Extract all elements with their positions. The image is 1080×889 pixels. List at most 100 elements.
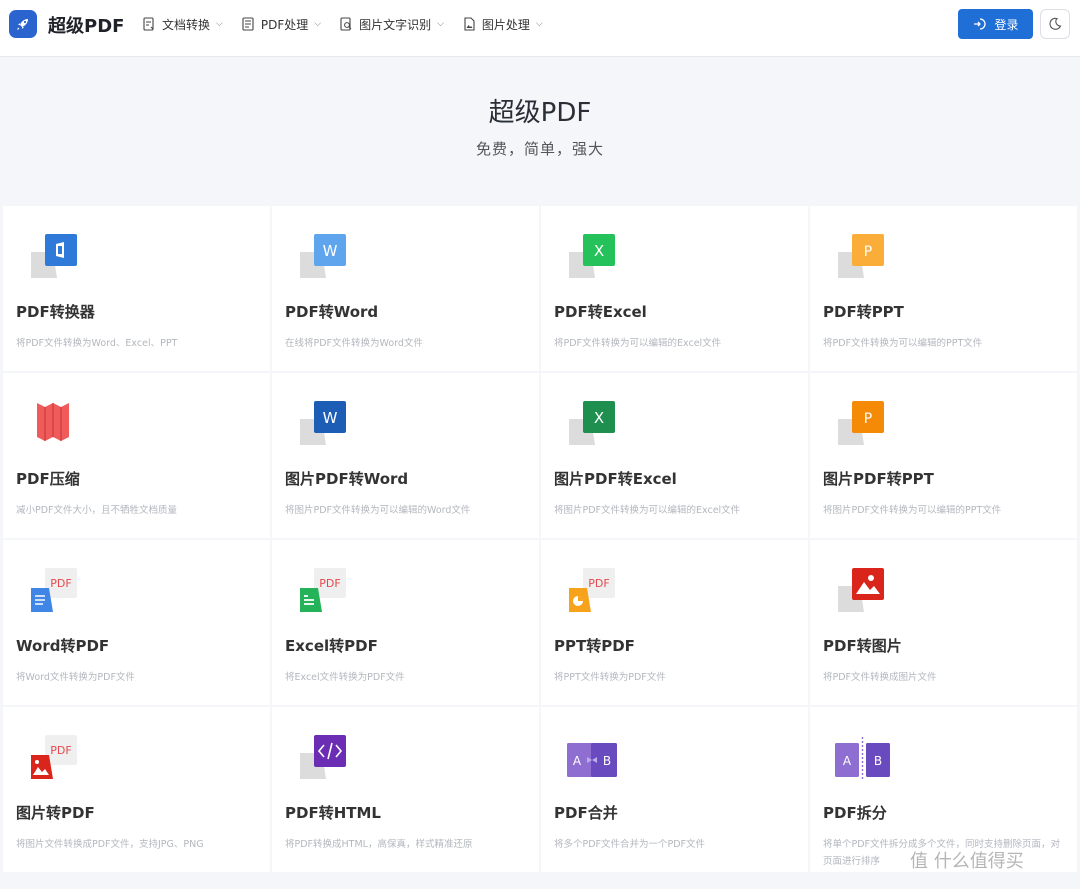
- svg-text:PDF: PDF: [50, 577, 71, 590]
- excel-icon: X: [569, 401, 615, 445]
- tool-description: 将多个PDF文件合并为一个PDF文件: [554, 839, 706, 850]
- svg-text:PDF: PDF: [319, 577, 340, 590]
- compress-icon: [37, 403, 69, 441]
- svg-text:B: B: [603, 754, 611, 768]
- nav-label: 文档转换: [162, 17, 211, 32]
- tool-card-pdf-to-word[interactable]: W PDF转Word 在线将PDF文件转换为Word文件: [272, 206, 539, 371]
- tool-card-image-pdf-to-word[interactable]: W 图片PDF转Word 将图片PDF文件转换为可以编辑的Word文件: [272, 373, 539, 538]
- tool-card-excel-to-pdf[interactable]: PDF Excel转PDF 将Excel文件转换为PDF文件: [272, 540, 539, 705]
- tool-description: 减小PDF文件大小，且不牺牲文档质量: [16, 505, 178, 516]
- tool-card-word-to-pdf[interactable]: PDF Word转PDF 将Word文件转换为PDF文件: [3, 540, 270, 705]
- svg-text:P: P: [864, 411, 872, 427]
- svg-text:A: A: [573, 754, 582, 768]
- word-to-pdf-icon: PDF: [31, 568, 77, 612]
- tool-description: 将PDF文件转换为可以编辑的PPT文件: [823, 338, 983, 349]
- nav-pdf-process[interactable]: PDF处理 ⌵: [241, 16, 321, 33]
- tool-title: Excel转PDF: [285, 637, 378, 655]
- nav-label: 图片文字识别: [359, 17, 432, 32]
- tool-card-image-pdf-to-excel[interactable]: X 图片PDF转Excel 将图片PDF文件转换为可以编辑的Excel文件: [541, 373, 808, 538]
- chevron-down-icon: ⌵: [535, 19, 543, 29]
- nav-label: PDF处理: [260, 17, 309, 32]
- chevron-down-icon: ⌵: [437, 19, 444, 29]
- login-button[interactable]: 登录: [958, 9, 1033, 39]
- tool-title: PDF合并: [554, 804, 618, 822]
- tool-card-pdf-to-excel[interactable]: X PDF转Excel 将PDF文件转换为可以编辑的Excel文件: [541, 206, 808, 371]
- tool-title: PDF压缩: [16, 470, 80, 488]
- tool-title: PDF转换器: [16, 303, 95, 321]
- moon-icon: [1049, 17, 1062, 30]
- main-nav: 文档转换 ⌵ PDF处理 ⌵ 图片文字识别 ⌵ 图片处理 ⌵: [142, 0, 543, 48]
- tool-card-pdf-to-ppt[interactable]: P PDF转PPT 将PDF文件转换为可以编辑的PPT文件: [810, 206, 1077, 371]
- tool-title: PDF转图片: [823, 637, 902, 655]
- tool-description: 将图片PDF文件转换为可以编辑的Word文件: [285, 505, 471, 516]
- pdf-doc-icon: [242, 17, 254, 31]
- nav-ocr[interactable]: 图片文字识别 ⌵: [339, 16, 444, 33]
- nav-label: 图片处理: [481, 17, 530, 32]
- chevron-down-icon: ⌵: [314, 19, 322, 29]
- ocr-icon: [340, 17, 352, 31]
- svg-text:X: X: [594, 409, 604, 427]
- doc-convert-icon: [143, 17, 154, 31]
- tool-description: 将Excel文件转换为PDF文件: [285, 672, 405, 683]
- word-icon: W: [300, 234, 346, 278]
- tool-title: PDF转HTML: [285, 804, 381, 822]
- pdf-to-image-icon: [838, 568, 884, 612]
- svg-text:PDF: PDF: [588, 577, 609, 590]
- rocket-logo-icon[interactable]: [9, 10, 37, 38]
- excel-icon: X: [569, 234, 615, 278]
- tool-description: 将PDF文件转换为Word、Excel、PPT: [16, 338, 178, 349]
- image-to-pdf-icon: PDF: [31, 735, 77, 779]
- tool-description: 将图片文件转换成PDF文件，支持JPG、PNG: [16, 839, 204, 850]
- svg-text:X: X: [594, 242, 604, 260]
- tool-description: 将PDF文件转换为可以编辑的Excel文件: [554, 338, 722, 349]
- ppt-icon: P: [838, 401, 884, 445]
- tool-card-pdf-compress[interactable]: PDF压缩 减小PDF文件大小，且不牺牲文档质量: [3, 373, 270, 538]
- tool-card-pdf-to-html[interactable]: PDF转HTML 将PDF转换成HTML，高保真，样式精准还原: [272, 707, 539, 872]
- tool-title: PDF转PPT: [823, 303, 904, 321]
- ppt-icon: P: [838, 234, 884, 278]
- merge-icon: A B: [567, 743, 617, 777]
- nav-image-process[interactable]: 图片处理 ⌵: [462, 16, 543, 33]
- chevron-down-icon: ⌵: [216, 19, 223, 29]
- site-watermark: 值 什么值得买: [910, 847, 1024, 873]
- tool-description: 将PDF转换成HTML，高保真，样式精准还原: [285, 839, 473, 850]
- dark-mode-toggle[interactable]: [1040, 9, 1070, 39]
- top-header: 超级PDF 文档转换 ⌵ PDF处理 ⌵ 图片文字识别 ⌵ 图片处理 ⌵ 登录: [0, 0, 1080, 57]
- nav-doc-convert[interactable]: 文档转换 ⌵: [142, 16, 223, 33]
- watermark-text: 值 什么值得买: [910, 851, 1024, 872]
- tool-card-ppt-to-pdf[interactable]: PDF PPT转PDF 将PPT文件转换为PDF文件: [541, 540, 808, 705]
- svg-text:W: W: [323, 242, 338, 260]
- tool-title: PDF转Word: [285, 303, 379, 321]
- tool-description: 将图片PDF文件转换为可以编辑的Excel文件: [554, 505, 741, 516]
- ppt-to-pdf-icon: PDF: [569, 568, 615, 612]
- tool-description: 将PPT文件转换为PDF文件: [554, 672, 666, 683]
- word-icon: W: [300, 401, 346, 445]
- tool-grid: PDF转换器 将PDF文件转换为Word、Excel、PPT W PDF转Wor…: [3, 206, 1077, 872]
- tool-title: 图片转PDF: [16, 804, 95, 822]
- tool-title: PPT转PDF: [554, 637, 635, 655]
- tool-description: 在线将PDF文件转换为Word文件: [285, 338, 423, 349]
- tool-card-pdf-to-image[interactable]: PDF转图片 将PDF文件转换成图片文件: [810, 540, 1077, 705]
- html-icon: [300, 735, 346, 779]
- tool-title: 图片PDF转Excel: [554, 470, 677, 488]
- svg-text:A: A: [843, 754, 852, 768]
- tool-description: 将图片PDF文件转换为可以编辑的PPT文件: [823, 505, 1002, 516]
- tool-description: 将Word文件转换为PDF文件: [16, 672, 135, 683]
- tool-title: PDF转Excel: [554, 303, 647, 321]
- tool-title: 图片PDF转Word: [285, 470, 409, 488]
- tool-title: 图片PDF转PPT: [823, 470, 934, 488]
- tool-card-pdf-converter[interactable]: PDF转换器 将PDF文件转换为Word、Excel、PPT: [3, 206, 270, 371]
- svg-text:P: P: [864, 244, 872, 260]
- login-label: 登录: [994, 17, 1019, 32]
- tool-card-image-pdf-to-ppt[interactable]: P 图片PDF转PPT 将图片PDF文件转换为可以编辑的PPT文件: [810, 373, 1077, 538]
- svg-text:PDF: PDF: [50, 744, 71, 757]
- hero-title: 超级PDF: [488, 98, 592, 128]
- brand-name[interactable]: 超级PDF: [48, 12, 124, 38]
- tool-card-image-to-pdf[interactable]: PDF 图片转PDF 将图片文件转换成PDF文件，支持JPG、PNG: [3, 707, 270, 872]
- tool-description: 将PDF文件转换成图片文件: [823, 672, 937, 683]
- login-icon: [974, 18, 987, 30]
- tool-title: PDF拆分: [823, 804, 887, 822]
- excel-to-pdf-icon: PDF: [300, 568, 346, 612]
- tool-title: Word转PDF: [16, 637, 110, 655]
- tool-card-pdf-merge[interactable]: A B PDF合并 将多个PDF文件合并为一个PDF文件: [541, 707, 808, 872]
